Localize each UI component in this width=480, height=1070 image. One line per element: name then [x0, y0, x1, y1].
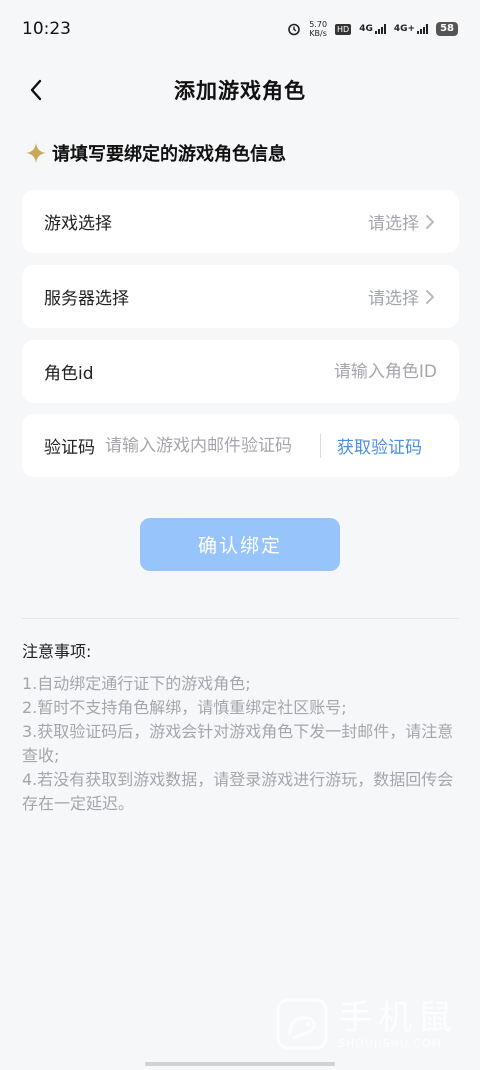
watermark-text: 手机鼠 SHOUJISHU.COM [338, 999, 458, 1050]
confirm-bind-button[interactable]: 确认绑定 [140, 518, 340, 571]
role-id-row: 角色id [22, 340, 459, 403]
game-select-placeholder: 请选择 [368, 214, 419, 234]
signal-sim1: 4G [359, 24, 386, 34]
server-select-row[interactable]: 服务器选择 请选择 [22, 265, 459, 328]
network-speed-value: 5.70 [309, 20, 328, 29]
divider [22, 618, 459, 619]
note-item: 2.暂时不支持角色解绑，请慎重绑定社区账号; [22, 698, 347, 717]
mouse-logo-icon [276, 998, 328, 1050]
watermark-title: 手机鼠 [338, 997, 458, 1038]
get-code-button[interactable]: 获取验证码 [337, 433, 422, 458]
alarm-icon [288, 23, 301, 36]
notes-list: 1.自动绑定通行证下的游戏角色; 2.暂时不支持角色解绑，请慎重绑定社区账号; … [22, 672, 462, 816]
signal-bars-icon [374, 24, 386, 34]
role-id-label: 角色id [44, 364, 94, 384]
verify-code-row: 验证码 获取验证码 [22, 414, 459, 477]
divider [320, 433, 321, 458]
page: 10:23 5.70 KB/s HD 4G 4G+ 58 添加游戏角色 请填写要… [0, 0, 480, 1070]
game-select-label: 游戏选择 [44, 214, 112, 234]
note-item: 3.获取验证码后，游戏会针对游戏角色下发一封邮件，请注意查收; [22, 722, 454, 765]
role-id-input[interactable] [237, 361, 437, 382]
server-select-value[interactable]: 请选择 [368, 284, 437, 309]
signal-sim2-label: 4G+ [393, 24, 416, 34]
signal-sim1-label: 4G [359, 24, 373, 34]
note-item: 1.自动绑定通行证下的游戏角色; [22, 674, 251, 693]
verify-code-input[interactable] [105, 435, 320, 456]
section-header: 请填写要绑定的游戏角色信息 [26, 140, 286, 166]
signal-sim2: 4G+ [393, 24, 429, 34]
verify-code-label: 验证码 [44, 438, 95, 458]
hd-badge: HD [335, 23, 352, 35]
server-select-placeholder: 请选择 [368, 289, 419, 309]
watermark-url: SHOUJISHU.COM [338, 1036, 443, 1050]
watermark: 手机鼠 SHOUJISHU.COM [274, 996, 458, 1052]
notes-title: 注意事项: [22, 642, 92, 661]
game-select-value[interactable]: 请选择 [368, 209, 437, 234]
network-speed-unit: KB/s [309, 29, 327, 38]
home-indicator[interactable] [145, 1062, 335, 1066]
server-select-label: 服务器选择 [44, 289, 129, 309]
network-speed: 5.70 KB/s [309, 20, 327, 38]
status-icons: 5.70 KB/s HD 4G 4G+ 58 [287, 20, 458, 38]
status-time: 10:23 [22, 19, 71, 39]
game-select-row[interactable]: 游戏选择 请选择 [22, 190, 459, 253]
sparkle-icon [26, 143, 46, 163]
note-item: 4.若没有获取到游戏数据，请登录游戏进行游玩，数据回传会存在一定延迟。 [22, 770, 454, 813]
signal-bars-icon [417, 24, 429, 34]
chevron-right-icon [426, 214, 434, 229]
battery-icon: 58 [436, 22, 458, 36]
page-title: 添加游戏角色 [174, 79, 306, 103]
section-title: 请填写要绑定的游戏角色信息 [52, 144, 286, 165]
status-bar: 10:23 5.70 KB/s HD 4G 4G+ 58 [0, 0, 480, 58]
nav-bar: 添加游戏角色 [0, 62, 480, 118]
back-icon[interactable] [22, 76, 50, 104]
chevron-right-icon [426, 289, 434, 304]
